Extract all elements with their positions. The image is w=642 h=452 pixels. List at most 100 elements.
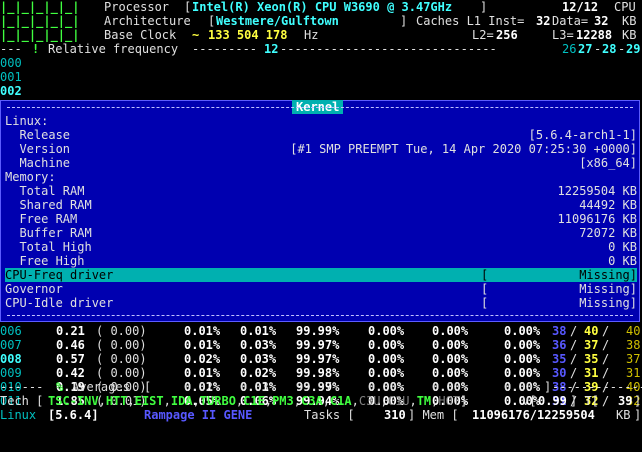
core-row-008: 008 0.57 ( 0.00) 0.02% 0.03% 99.97% 0.00% 0.00%…: [0, 352, 641, 366]
core-row-001: 001: [0, 70, 642, 84]
header-processor-row: |_|_|_|_|_| Processor [ Intel(R) Xeon(R)…: [0, 0, 636, 14]
core-t1: 36: [552, 338, 567, 352]
cpuidle-driver-row[interactable]: CPU-Idle driver [ Missing]: [5, 296, 637, 310]
mem-buffer-ram-row: Buffer RAM 72072 KB: [5, 226, 637, 240]
tech-row: Tech [ TSC-INV,HTT,EIST,IDA,TURBO,C1E,PM…: [0, 394, 642, 408]
core-p5: 0.00%: [432, 366, 469, 380]
tasks-count: 310: [384, 408, 406, 422]
tech-flag: IDA: [170, 394, 193, 408]
tech-flag: TM: [416, 394, 432, 408]
core-p5: 0.00%: [432, 324, 469, 338]
memory-section-label: Memory:: [5, 170, 56, 184]
tech-flag: C1A: [329, 394, 352, 408]
core-id: 007: [0, 338, 22, 352]
kernel-machine-value: [x86_64]: [579, 156, 637, 170]
core-c0: ( 0.00): [96, 366, 147, 380]
status-row: Linux [5.6.4] Rampage II GENE Tasks [ 31…: [0, 408, 642, 422]
core-c0: ( 0.00): [96, 324, 147, 338]
core-p3: 99.98%: [296, 366, 340, 380]
core-t3: 38: [626, 338, 641, 352]
core-t3: 31: [626, 366, 641, 380]
core-p6: 0.00%: [504, 352, 541, 366]
header-clock-row: |_|_|_|_|_| Base Clock ~ 133 504 178 Hz …: [0, 28, 637, 42]
kernel-release-value: [5.6.4-arch1-1]: [528, 128, 637, 142]
core-p3: 99.97%: [296, 352, 340, 366]
core-p5: 0.00%: [432, 352, 469, 366]
core-id: 006: [0, 324, 22, 338]
kernel-window[interactable]: Kernel Linux: Release [5.6.4-arch1-1] Ve…: [0, 100, 640, 322]
l3-cache: 12288: [576, 28, 613, 42]
averages-label: Averages: [72, 380, 130, 394]
mem-free-high-row: Free High 0 KB: [5, 254, 637, 268]
core-p1: 0.01%: [184, 338, 221, 352]
core-c0: ( 0.00): [96, 352, 147, 366]
core-p2: 0.03%: [240, 338, 277, 352]
kernel-top-border: [7, 107, 633, 108]
freq-ruler: --- ! Relative frequency --------- 12 --…: [0, 42, 641, 56]
governor-row[interactable]: Governor [ Missing]: [5, 282, 637, 296]
mem-shared-ram-row: Shared RAM 44492 KB: [5, 198, 637, 212]
clock-label: Base Clock: [104, 28, 177, 42]
l1-data: 32: [594, 14, 609, 28]
core-p6: 0.00%: [504, 324, 541, 338]
kernel-version-row: Version [#1 SMP PREEMPT Tue, 14 Apr 2020…: [5, 142, 637, 156]
core-p1: 0.01%: [184, 324, 221, 338]
memory-usage: 11096176/12259504: [472, 408, 595, 422]
core-p2: 0.02%: [240, 366, 277, 380]
tech-flag: C1E: [243, 394, 265, 408]
core-p4: 0.00%: [368, 338, 405, 352]
os-name: Linux: [0, 408, 37, 422]
core-id: 000: [0, 56, 22, 70]
cpu-bars-2: |_|_|_|_|_|: [0, 14, 80, 28]
clock-value: 133 504 178: [208, 28, 288, 42]
core-id: 001: [0, 70, 22, 84]
core-p2: 0.03%: [240, 352, 277, 366]
core-p1: 0.02%: [184, 352, 221, 366]
core-p2: 0.01%: [240, 324, 277, 338]
tech-flag: HTT: [105, 394, 128, 408]
linux-section-label: Linux:: [5, 114, 49, 128]
cpufreq-driver-row[interactable]: CPU-Freq driver [ Missing]: [5, 268, 637, 282]
caches-label: Caches L1 Inst=: [416, 14, 525, 28]
core-t3: 40: [626, 324, 641, 338]
mem-total-high-row: Total High 0 KB: [5, 240, 637, 254]
core-p6: 0.00%: [504, 366, 541, 380]
kernel-version: [5.6.4]: [48, 408, 99, 422]
tech-flag: PM3: [272, 394, 294, 408]
tech-flag: TURBO: [199, 394, 236, 408]
mem-free-ram-row: Free RAM 11096176 KB: [5, 212, 637, 226]
cpu-bars: |_|_|_|_|_|: [0, 0, 80, 14]
core-t2: 40: [584, 324, 599, 338]
tech-flag: EIST: [134, 394, 164, 408]
core-t1: 38: [552, 324, 567, 338]
core-row-009: 009 0.42 ( 0.00) 0.01% 0.02% 99.98% 0.00% 0.00%…: [0, 366, 641, 380]
core-id: 008: [0, 352, 22, 366]
core-p6: 0.00%: [504, 338, 541, 352]
voltage-value: 0.99: [538, 394, 567, 408]
kernel-machine-row: Machine [x86_64]: [5, 156, 637, 170]
kernel-release-row: Release [5.6.4-arch1-1]: [5, 128, 637, 142]
cpu-bars-3: |_|_|_|_|_|: [0, 28, 80, 42]
core-t1: 30: [552, 366, 567, 380]
tech-flag-off: C3U: [358, 394, 381, 408]
core-row-000: 000: [0, 56, 642, 70]
core-ratio: 0.21: [56, 324, 85, 338]
tech-flag-off: HOT: [438, 394, 461, 408]
kernel-version-value: [#1 SMP PREEMPT Tue, 14 Apr 2020 07:25:3…: [290, 142, 637, 156]
core-t3: 37: [626, 352, 641, 366]
freq-mark-12: 12: [264, 42, 279, 56]
core-t2: 35: [584, 352, 599, 366]
mem-total-ram-row: Total RAM 12259504 KB: [5, 184, 637, 198]
core-ratio: 0.46: [56, 338, 85, 352]
core-id: 009: [0, 366, 22, 380]
averages-row: ------ % Averages [ 0.02% 0.03% 99.97% 0…: [0, 380, 642, 394]
arch-value: Westmere/Gulftown: [216, 14, 339, 28]
core-row-007: 007 0.46 ( 0.00) 0.01% 0.03% 99.97% 0.00% 0.00%…: [0, 338, 641, 352]
temperature-value: 39: [618, 394, 633, 408]
processor-label: Processor: [104, 0, 170, 14]
tech-flags: TSC-INV,HTT,EIST,IDA,TURBO,C1E,PM3,C3A,C…: [48, 394, 468, 408]
kernel-bottom-border: [7, 315, 633, 316]
core-p4: 0.00%: [368, 352, 405, 366]
core-id: 002: [0, 84, 22, 98]
core-p3: 99.99%: [296, 324, 340, 338]
